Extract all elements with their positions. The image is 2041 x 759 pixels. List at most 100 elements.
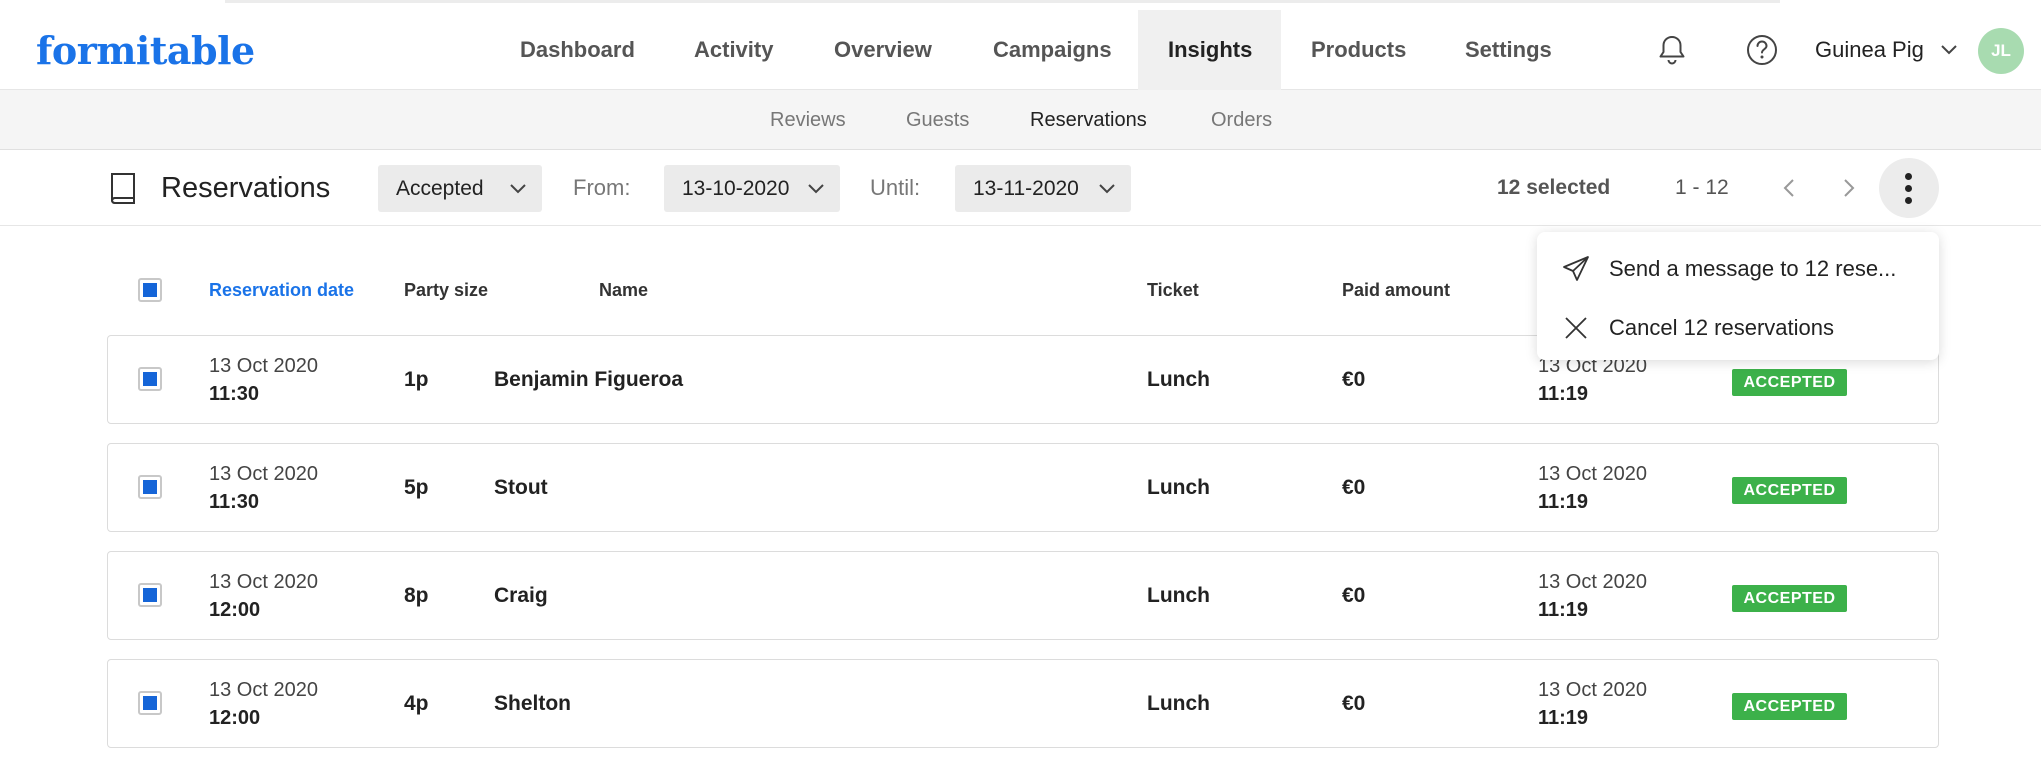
party-size-cell: 1p [404,368,429,391]
party-size-cell: 5p [404,476,429,499]
table-row[interactable]: 13 Oct 2020 11:30 5p Stout Lunch €0 13 O… [107,443,1939,532]
menu-send-message[interactable]: Send a message to 12 rese... [1537,240,1939,298]
header-party-size[interactable]: Party size [404,270,488,310]
more-dot [1905,173,1912,180]
paper-plane-icon [1563,256,1589,281]
created-date: 13 Oct 2020 [1538,679,1647,701]
guest-name-cell: Benjamin Figueroa [494,368,684,391]
paid-amount-cell: €0 [1342,368,1366,391]
bell-icon[interactable] [1654,32,1690,68]
logo[interactable]: formitable [36,28,255,73]
select-all-checkbox[interactable] [138,278,162,302]
menu-cancel-reservations[interactable]: Cancel 12 reservations [1537,299,1939,357]
nav-activity[interactable]: Activity [664,10,803,90]
chevron-down-icon [1099,184,1115,194]
reservations-toolbar: Reservations Accepted From: 13-10-2020 U… [0,150,2041,226]
created-cell: 13 Oct 2020 11:19 [1538,676,1647,732]
nav-dashboard[interactable]: Dashboard [490,10,665,90]
from-date-value: 13-10-2020 [682,177,790,200]
page-title: Reservations [161,172,331,204]
guest-name-cell: Craig [494,584,548,607]
paid-amount-cell: €0 [1342,584,1366,607]
from-label: From: [573,175,631,200]
chevron-right-icon[interactable] [1836,176,1860,200]
avatar[interactable]: JL [1978,28,2024,74]
status-badge: ACCEPTED [1732,369,1847,396]
status-badge: ACCEPTED [1732,477,1847,504]
bulk-actions-menu: Send a message to 12 rese... Cancel 12 r… [1537,232,1939,360]
party-size-cell: 8p [404,584,429,607]
ticket-cell: Lunch [1147,368,1210,391]
until-date-value: 13-11-2020 [973,177,1079,200]
more-dot [1905,197,1912,204]
sub-navigation: Reviews Guests Reservations Orders [0,90,2041,150]
reservation-time: 11:30 [209,491,260,513]
paid-amount-cell: €0 [1342,692,1366,715]
reservation-date: 13 Oct 2020 [209,463,318,485]
more-actions-button[interactable] [1879,158,1939,218]
nav-campaigns[interactable]: Campaigns [963,10,1142,90]
created-time: 11:19 [1538,707,1589,729]
reservation-date-cell: 13 Oct 2020 12:00 [209,568,318,624]
row-checkbox[interactable] [138,583,162,607]
top-navigation: formitable Dashboard Activity Overview C… [0,10,2041,90]
guest-name-cell: Stout [494,476,548,499]
paid-amount-cell: €0 [1342,476,1366,499]
status-filter-value: Accepted [396,177,484,200]
user-menu-name[interactable]: Guinea Pig [1815,10,1924,90]
created-cell: 13 Oct 2020 11:19 [1538,568,1647,624]
subnav-reservations[interactable]: Reservations [1030,90,1147,150]
subnav-guests[interactable]: Guests [906,90,969,150]
reservation-date-cell: 13 Oct 2020 11:30 [209,352,318,408]
table-row[interactable]: 13 Oct 2020 12:00 4p Shelton Lunch €0 13… [107,659,1939,748]
subnav-reviews[interactable]: Reviews [770,90,846,150]
created-date: 13 Oct 2020 [1538,463,1647,485]
created-time: 11:19 [1538,599,1589,621]
more-dot [1905,185,1912,192]
page-range: 1 - 12 [1675,176,1729,199]
created-time: 11:19 [1538,383,1589,405]
reservation-date-cell: 13 Oct 2020 11:30 [209,460,318,516]
reservation-time: 12:00 [209,707,261,729]
reservation-date: 13 Oct 2020 [209,355,318,377]
row-checkbox[interactable] [138,475,162,499]
menu-cancel-label: Cancel 12 reservations [1609,315,1835,340]
nav-products[interactable]: Products [1281,10,1436,90]
table-row[interactable]: 13 Oct 2020 12:00 8p Craig Lunch €0 13 O… [107,551,1939,640]
chevron-left-icon[interactable] [1778,176,1802,200]
row-checkbox[interactable] [138,367,162,391]
book-icon [110,173,135,204]
party-size-cell: 4p [404,692,429,715]
ticket-cell: Lunch [1147,584,1210,607]
subnav-orders[interactable]: Orders [1211,90,1272,150]
help-icon[interactable] [1744,32,1780,68]
chevron-down-icon [510,184,526,194]
top-edge-strip [225,0,1780,3]
status-badge: ACCEPTED [1732,693,1847,720]
until-label: Until: [870,175,921,200]
header-paid-amount[interactable]: Paid amount [1342,270,1450,310]
header-name[interactable]: Name [599,270,648,310]
nav-overview[interactable]: Overview [804,10,962,90]
close-icon [1565,317,1587,339]
created-cell: 13 Oct 2020 11:19 [1538,352,1647,408]
reservation-time: 12:00 [209,599,261,621]
row-checkbox[interactable] [138,691,162,715]
created-date: 13 Oct 2020 [1538,571,1647,593]
nav-insights[interactable]: Insights [1138,10,1281,90]
guest-name-cell: Shelton [494,692,571,715]
status-filter-dropdown[interactable]: Accepted [378,165,542,212]
header-ticket[interactable]: Ticket [1147,270,1199,310]
created-time: 11:19 [1538,491,1589,513]
until-date-picker[interactable]: 13-11-2020 [955,165,1131,212]
menu-send-message-label: Send a message to 12 rese... [1609,256,1897,281]
ticket-cell: Lunch [1147,476,1210,499]
chevron-down-icon[interactable] [1940,42,1958,58]
reservation-time: 11:30 [209,383,260,405]
created-cell: 13 Oct 2020 11:19 [1538,460,1647,516]
nav-settings[interactable]: Settings [1435,10,1582,90]
reservation-date: 13 Oct 2020 [209,571,318,593]
from-date-picker[interactable]: 13-10-2020 [664,165,840,212]
header-reservation-date[interactable]: Reservation date [209,270,354,310]
chevron-down-icon [808,184,824,194]
